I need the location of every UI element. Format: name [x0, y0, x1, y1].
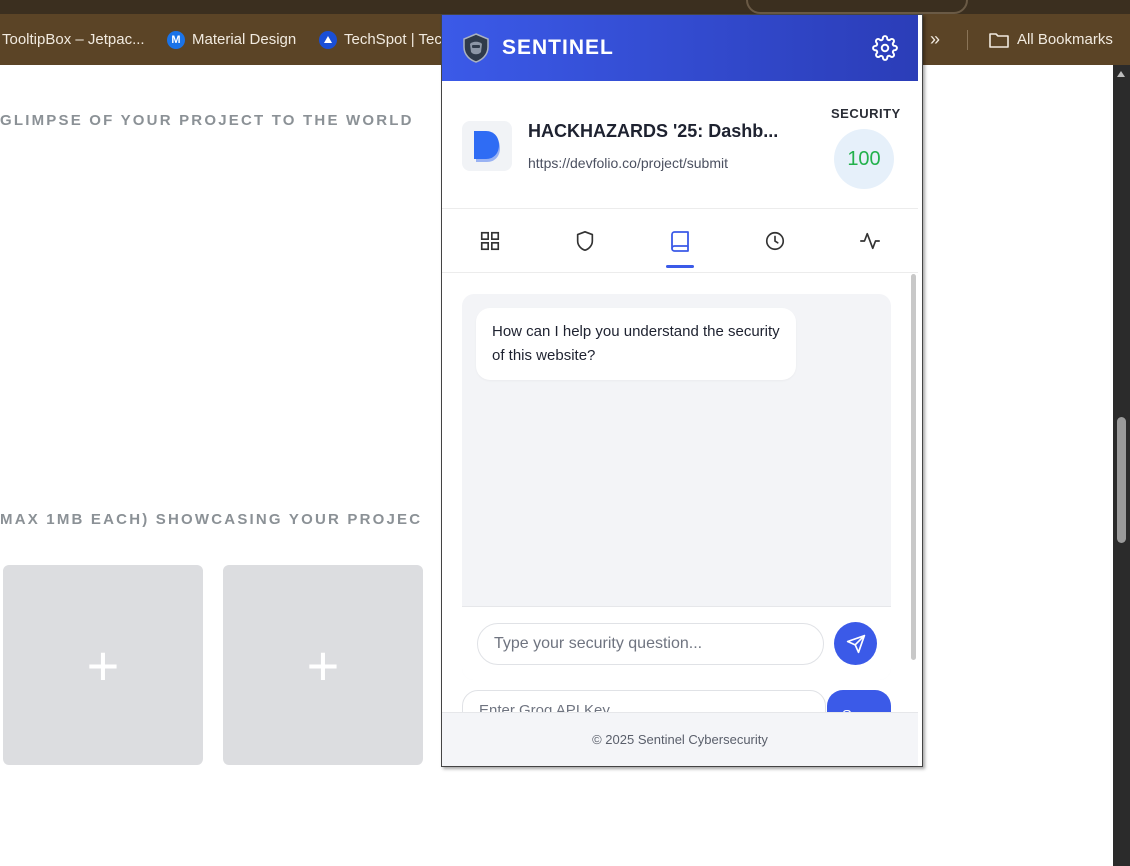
more-bookmarks-icon[interactable]: » [930, 14, 940, 65]
bookmark-material-design[interactable]: M Material Design [167, 14, 296, 65]
book-icon [671, 231, 689, 252]
security-label: SECURITY [831, 106, 901, 121]
settings-button[interactable] [872, 35, 898, 66]
popup-scrollbar-thumb[interactable] [911, 274, 916, 660]
scroll-up-icon[interactable] [1117, 71, 1125, 77]
section-heading: GLIMPSE OF YOUR PROJECT TO THE WORLD [0, 112, 414, 129]
security-score: 100 [834, 129, 894, 189]
popup-content: How can I help you understand the securi… [442, 274, 918, 712]
bookmark-label: Material Design [192, 31, 297, 48]
all-bookmarks-label: All Bookmarks [1017, 31, 1113, 48]
sentinel-logo-icon [463, 33, 489, 63]
chat-input[interactable] [477, 623, 824, 665]
brand-title: SENTINEL [502, 36, 614, 59]
tab-activity[interactable] [840, 210, 900, 272]
api-key-input[interactable] [462, 690, 826, 712]
chat-panel: How can I help you understand the securi… [462, 294, 891, 680]
plus-icon: + [306, 633, 340, 697]
section-heading: MAX 1MB EACH) SHOWCASING YOUR PROJEC [0, 511, 423, 528]
popup-header: SENTINEL [442, 15, 918, 81]
upload-tile[interactable]: + [223, 565, 423, 765]
gear-icon [872, 35, 898, 61]
page-scrollbar-thumb[interactable] [1117, 417, 1126, 543]
bookmark-techspot[interactable]: TechSpot | Tec [319, 14, 442, 65]
send-button[interactable] [834, 622, 877, 665]
site-url: https://devfolio.co/project/submit [528, 155, 728, 171]
tab-security[interactable] [555, 210, 615, 272]
page-scrollbar[interactable] [1113, 65, 1130, 866]
folder-icon [989, 32, 1009, 48]
chat-composer [462, 606, 891, 680]
bookmark-tooltipbox[interactable]: TooltipBox – Jetpac... [2, 14, 145, 65]
tab-history[interactable] [745, 210, 805, 272]
popup-tabs [442, 210, 918, 273]
upload-tile[interactable]: + [3, 565, 203, 765]
site-favicon [462, 121, 512, 171]
chat-message: How can I help you understand the securi… [476, 308, 796, 380]
material-design-icon: M [167, 30, 185, 49]
sentinel-popup: SENTINEL HACKHAZARDS '25: Dashb... https… [441, 14, 923, 767]
browser-tab-strip [0, 0, 1130, 14]
techspot-icon [319, 30, 337, 49]
save-api-key-button[interactable]: Save [827, 690, 891, 712]
tab-overview[interactable] [460, 210, 520, 272]
popup-footer: © 2025 Sentinel Cybersecurity [442, 712, 918, 766]
extension-toolbar [746, 0, 968, 14]
clock-icon [765, 231, 785, 251]
devfolio-icon [474, 131, 500, 162]
bookmark-label: TooltipBox – Jetpac... [2, 31, 145, 48]
plus-icon: + [86, 633, 120, 697]
grid-icon [480, 231, 500, 251]
send-icon [846, 634, 865, 653]
activity-icon [860, 232, 880, 250]
site-title: HACKHAZARDS '25: Dashb... [528, 121, 779, 141]
bookmarks-divider [967, 30, 968, 50]
tab-learn[interactable] [650, 210, 710, 272]
site-info: HACKHAZARDS '25: Dashb... https://devfol… [442, 81, 918, 209]
bookmark-label: TechSpot | Tec [344, 31, 442, 48]
all-bookmarks-button[interactable]: All Bookmarks [988, 14, 1113, 65]
shield-icon [576, 231, 594, 251]
